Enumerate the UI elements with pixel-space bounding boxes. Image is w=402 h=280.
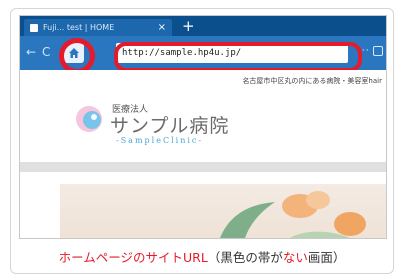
tulip-photo [220, 191, 366, 238]
hero-image [60, 184, 386, 238]
new-tab-button[interactable]: + [182, 17, 195, 35]
caption-paren-open: （黒色の帯が [207, 250, 283, 265]
url-highlight-rect [114, 42, 362, 72]
browser-tab[interactable]: Fuji... test | HOME × [24, 19, 172, 36]
web-page-content: 名古屋市中区丸の内にある病院・美容室hair 医療法人 サンプル病院 -Samp… [20, 70, 386, 238]
tab-close-button[interactable]: × [158, 22, 166, 33]
browser-screenshot: Fuji... test | HOME × + ← C http://sampl… [19, 15, 387, 239]
clinic-name: サンプル病院 [110, 115, 230, 137]
caption-emphasis: ない [282, 250, 308, 265]
home-highlight-circle [59, 38, 95, 74]
figure-caption: ホームページのサイトURL（黒色の帯がない画面） [11, 247, 393, 266]
tab-title: Fuji... test | HOME [43, 23, 115, 32]
tab-bar: Fuji... test | HOME × + [20, 16, 386, 36]
site-nav-bar [20, 162, 386, 172]
figure-frame: Fuji... test | HOME × + ← C http://sampl… [10, 8, 394, 274]
back-arrow-icon[interactable]: ← [26, 45, 36, 59]
caption-main: ホームページのサイトURL [58, 250, 208, 265]
clinic-name-en: -SampleClinic- [116, 136, 204, 145]
header-tagline: 名古屋市中区丸の内にある病院・美容室hair [242, 77, 382, 85]
caption-paren-close: 画面） [307, 250, 346, 265]
clinic-logo-icon [76, 106, 102, 132]
pocket-icon[interactable] [373, 46, 383, 56]
tab-favicon-icon [30, 23, 38, 32]
forward-arrow-icon[interactable]: C [42, 45, 50, 59]
